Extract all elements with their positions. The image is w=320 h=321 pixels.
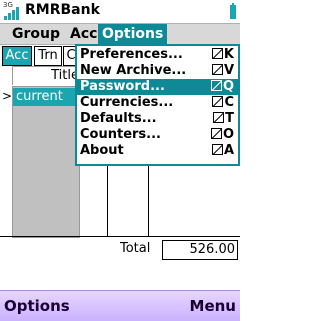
shortcut-key-icon	[211, 144, 223, 155]
total-value: 526.00	[162, 240, 238, 260]
options-dropdown: Preferences... K New Archive... V Passwo…	[75, 44, 240, 166]
tab-trn[interactable]: Trn	[34, 46, 62, 66]
menu-options[interactable]: Options	[98, 24, 168, 44]
app-title: RMRBank	[25, 2, 100, 18]
menu-item-new-archive[interactable]: New Archive... V	[77, 63, 238, 79]
total-row: Total 526.00	[0, 236, 240, 263]
row-marker: >	[2, 89, 13, 103]
table-row[interactable]: current	[13, 88, 80, 106]
shortcut-key-icon	[210, 80, 222, 91]
menu-item-defaults[interactable]: Defaults... T	[77, 111, 238, 127]
total-label: Total	[120, 241, 151, 256]
network-type: 3G	[3, 1, 13, 9]
menu-bar: Group Acc Options	[0, 23, 240, 45]
softkey-left-options[interactable]: Options	[4, 297, 70, 315]
shortcut-key-icon	[211, 48, 223, 59]
shortcut-key-icon	[211, 64, 223, 75]
shortcut-key-icon	[212, 96, 224, 107]
shortcut-key-icon	[210, 128, 222, 139]
menu-group[interactable]: Group	[8, 24, 64, 44]
menu-item-password[interactable]: Password... Q	[77, 79, 238, 95]
menu-item-preferences[interactable]: Preferences... K	[77, 47, 238, 63]
column-header-title: Title	[12, 66, 82, 85]
softkey-bar: Options Menu	[0, 290, 240, 321]
softkey-right-menu[interactable]: Menu	[190, 297, 236, 315]
title-column: current	[12, 86, 80, 238]
menu-acc[interactable]: Acc	[66, 24, 101, 44]
menu-item-about[interactable]: About A	[77, 143, 238, 159]
menu-item-counters[interactable]: Counters... O	[77, 127, 238, 143]
battery-icon	[230, 3, 236, 19]
menu-item-currencies[interactable]: Currencies... C	[77, 95, 238, 111]
status-bar: 3G RMRBank	[0, 0, 240, 22]
tab-acc[interactable]: Acc	[2, 46, 32, 66]
shortcut-key-icon	[213, 112, 225, 123]
